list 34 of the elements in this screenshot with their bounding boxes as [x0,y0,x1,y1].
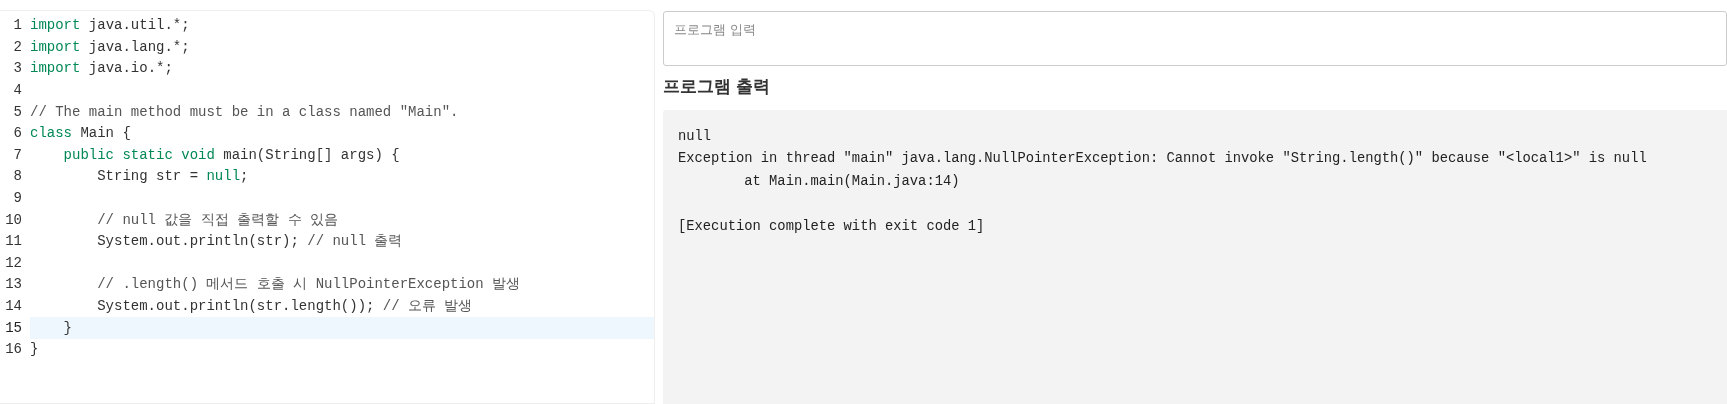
code-line: System.out.println(str.length()); // 오류 발생 [96,297,474,316]
line-number: 2 [12,37,23,57]
line-number: 12 [4,253,23,273]
line-number: 15 [4,318,23,338]
line-number: 10 [4,210,23,230]
code-line: public static void main(String[] args) { [62,145,401,165]
line-number: 1 [12,16,23,36]
code-line: import java.util.*; [30,16,191,36]
output-line: Exception in thread "main" java.lang.NullPointerException: Cannot invoke "String.length()" because "<local1>" is null [678,150,1647,169]
line-number: 11 [4,232,23,252]
line-number: 8 [12,167,23,187]
code-line: import java.io.*; [30,59,174,79]
output-line: [Execution complete with exit code 1] [678,218,985,237]
code-line: import java.lang.*; [30,37,191,57]
code-line: String str = null; [96,167,250,187]
output-heading: 프로그램 출력 [663,76,771,99]
code-line: // .length() 메서드 호출 시 NullPointerException 발생 [96,275,522,295]
line-number: 9 [12,189,23,209]
line-number: 7 [12,145,23,165]
line-number: 14 [4,297,23,316]
line-number: 3 [12,59,23,79]
output-line: null [678,127,712,146]
code-line: } [30,340,40,360]
line-number: 13 [4,275,23,295]
line-number: 5 [12,102,23,122]
code-line: System.out.println(str); // null 출력 [96,232,404,252]
output-line: at Main.main(Main.java:14) [743,173,960,192]
code-line: class Main { [30,124,132,144]
program-input-field[interactable]: 프로그램 입력 [663,11,1727,67]
line-number: 6 [12,124,23,144]
code-line: // The main method must be in a class named "Main". [30,102,460,122]
code-line: // null 값을 직접 출력할 수 있음 [96,210,340,230]
line-number: 4 [12,81,23,101]
line-number: 16 [4,340,23,360]
